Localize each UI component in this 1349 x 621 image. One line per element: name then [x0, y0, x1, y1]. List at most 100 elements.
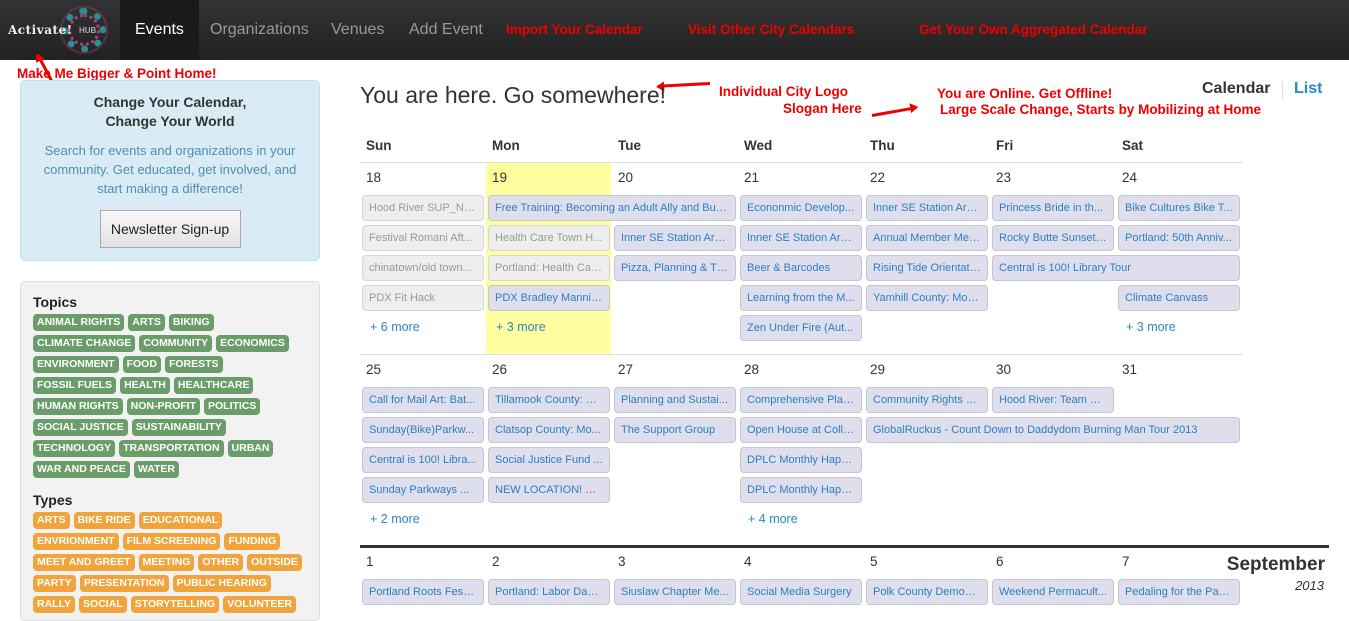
event-chip[interactable]: Community Rights O...: [866, 387, 988, 413]
topic-tag[interactable]: WATER: [133, 461, 180, 478]
event-chip[interactable]: Tillamook County: M...: [488, 387, 610, 413]
event-chip[interactable]: Inner SE Station Are...: [614, 225, 736, 251]
event-chip[interactable]: Planning and Sustai...: [614, 387, 736, 413]
event-chip[interactable]: Festival Romani Aft...: [362, 225, 484, 251]
type-tag[interactable]: PUBLIC HEARING: [172, 575, 271, 592]
type-tag[interactable]: PRESENTATION: [79, 575, 169, 592]
type-tag[interactable]: PARTY: [33, 575, 76, 592]
event-chip[interactable]: Portland: Health Car...: [488, 255, 610, 281]
event-chip[interactable]: NEW LOCATION! So...: [488, 477, 610, 503]
day-number[interactable]: 4: [744, 554, 752, 569]
topic-tag[interactable]: ANIMAL RIGHTS: [33, 314, 125, 331]
day-number[interactable]: 22: [870, 170, 885, 185]
topic-tag[interactable]: POLITICS: [204, 398, 261, 415]
event-chip[interactable]: Climate Canvass: [1118, 285, 1240, 311]
nav-add-event[interactable]: Add Event: [394, 0, 498, 60]
day-number[interactable]: 29: [870, 362, 885, 377]
event-chip[interactable]: The Support Group: [614, 417, 736, 443]
day-number[interactable]: 6: [996, 554, 1004, 569]
event-chip[interactable]: Zen Under Fire (Aut...: [740, 315, 862, 341]
day-number[interactable]: 27: [618, 362, 633, 377]
event-chip[interactable]: Social Justice Fund ...: [488, 447, 610, 473]
event-chip[interactable]: Hood River: Team M...: [992, 387, 1114, 413]
nav-venues[interactable]: Venues: [316, 0, 399, 60]
event-chip[interactable]: Sunday(Bike)Parkw...: [362, 417, 484, 443]
more-events-link[interactable]: + 3 more: [496, 320, 546, 334]
event-chip[interactable]: Portland: 50th Anniv...: [1118, 225, 1240, 251]
topic-tag[interactable]: HUMAN RIGHTS: [33, 398, 123, 415]
topic-tag[interactable]: SUSTAINABILITY: [131, 419, 226, 436]
day-number[interactable]: 3: [618, 554, 626, 569]
event-chip[interactable]: Inner SE Station Are...: [740, 225, 862, 251]
event-chip[interactable]: Learning from the M...: [740, 285, 862, 311]
event-chip[interactable]: PDX Bradley Mannin...: [488, 285, 610, 311]
event-chip[interactable]: Annual Member Mee...: [866, 225, 988, 251]
topic-tag[interactable]: ECONOMICS: [216, 335, 289, 352]
event-chip[interactable]: Polk County Democr...: [866, 579, 988, 605]
topic-tag[interactable]: URBAN: [227, 440, 274, 457]
event-chip[interactable]: Hood River SUP_NA...: [362, 195, 484, 221]
topic-tag[interactable]: BIKING: [168, 314, 214, 331]
day-number[interactable]: 30: [996, 362, 1011, 377]
event-chip[interactable]: Inner SE Station Are...: [866, 195, 988, 221]
day-number[interactable]: 1: [366, 554, 374, 569]
event-chip[interactable]: Call for Mail Art: Bat...: [362, 387, 484, 413]
day-number[interactable]: 24: [1122, 170, 1137, 185]
day-number[interactable]: 5: [870, 554, 878, 569]
more-events-link[interactable]: + 3 more: [1126, 320, 1176, 334]
day-number[interactable]: 25: [366, 362, 381, 377]
type-tag[interactable]: VOLUNTEER: [223, 596, 296, 613]
event-chip[interactable]: Pizza, Planning & Th...: [614, 255, 736, 281]
nav-visit-other-cities[interactable]: Visit Other City Calendars: [688, 0, 854, 60]
topic-tag[interactable]: FOOD: [122, 356, 161, 373]
nav-events[interactable]: Events: [120, 0, 199, 60]
event-chip[interactable]: Social Media Surgery: [740, 579, 862, 605]
event-chip[interactable]: Central is 100! Libra...: [362, 447, 484, 473]
event-chip[interactable]: DPLC Monthly Happ...: [740, 447, 862, 473]
event-chip[interactable]: Clatsop County: Mo...: [488, 417, 610, 443]
day-number[interactable]: 21: [744, 170, 759, 185]
type-tag[interactable]: ENVRIONMENT: [33, 533, 119, 550]
event-chip[interactable]: Comprehensive Plan...: [740, 387, 862, 413]
day-number[interactable]: 19: [492, 170, 507, 185]
event-chip[interactable]: Weekend Permacult...: [992, 579, 1114, 605]
nav-organizations[interactable]: Organizations: [195, 0, 324, 60]
more-events-link[interactable]: + 4 more: [748, 512, 798, 526]
event-chip[interactable]: Pedaling for the Pas...: [1118, 579, 1240, 605]
event-chip[interactable]: DPLC Monthly Happ...: [740, 477, 862, 503]
topic-tag[interactable]: FOSSIL FUELS: [33, 377, 117, 394]
event-chip[interactable]: Free Training: Becoming an Adult Ally an…: [488, 195, 736, 221]
event-chip[interactable]: Central is 100! Library Tour: [992, 255, 1240, 281]
type-tag[interactable]: OTHER: [198, 554, 244, 571]
day-number[interactable]: 7: [1122, 554, 1130, 569]
topic-tag[interactable]: CLIMATE CHANGE: [33, 335, 136, 352]
type-tag[interactable]: EDUCATIONAL: [138, 512, 223, 529]
topic-tag[interactable]: ARTS: [128, 314, 165, 331]
topic-tag[interactable]: WAR AND PEACE: [33, 461, 130, 478]
topic-tag[interactable]: NON-PROFIT: [126, 398, 200, 415]
type-tag[interactable]: MEET AND GREET: [33, 554, 135, 571]
day-number[interactable]: 20: [618, 170, 633, 185]
activate-hub-logo[interactable]: Activate! HUB: [0, 0, 120, 60]
event-chip[interactable]: Open House at Colle...: [740, 417, 862, 443]
event-chip[interactable]: Yamhill County: Mon...: [866, 285, 988, 311]
event-chip[interactable]: Sunday Parkways ...: [362, 477, 484, 503]
event-chip[interactable]: Rising Tide Orientation: [866, 255, 988, 281]
event-chip[interactable]: Bike Cultures Bike T...: [1118, 195, 1240, 221]
topic-tag[interactable]: HEALTH: [120, 377, 170, 394]
topic-tag[interactable]: SOCIAL JUSTICE: [33, 419, 128, 436]
day-number[interactable]: 23: [996, 170, 1011, 185]
topic-tag[interactable]: HEALTHCARE: [173, 377, 254, 394]
event-chip[interactable]: chinatown/old town...: [362, 255, 484, 281]
day-number[interactable]: 18: [366, 170, 381, 185]
view-calendar-tab[interactable]: Calendar: [1202, 80, 1270, 98]
event-chip[interactable]: Beer & Barcodes: [740, 255, 862, 281]
more-events-link[interactable]: + 6 more: [370, 320, 420, 334]
day-number[interactable]: 28: [744, 362, 759, 377]
type-tag[interactable]: BIKE RIDE: [73, 512, 135, 529]
topic-tag[interactable]: ENVIRONMENT: [33, 356, 119, 373]
type-tag[interactable]: STORYTELLING: [130, 596, 220, 613]
event-chip[interactable]: Portland Roots Festival: [362, 579, 484, 605]
day-number[interactable]: 31: [1122, 362, 1137, 377]
type-tag[interactable]: FUNDING: [224, 533, 281, 550]
